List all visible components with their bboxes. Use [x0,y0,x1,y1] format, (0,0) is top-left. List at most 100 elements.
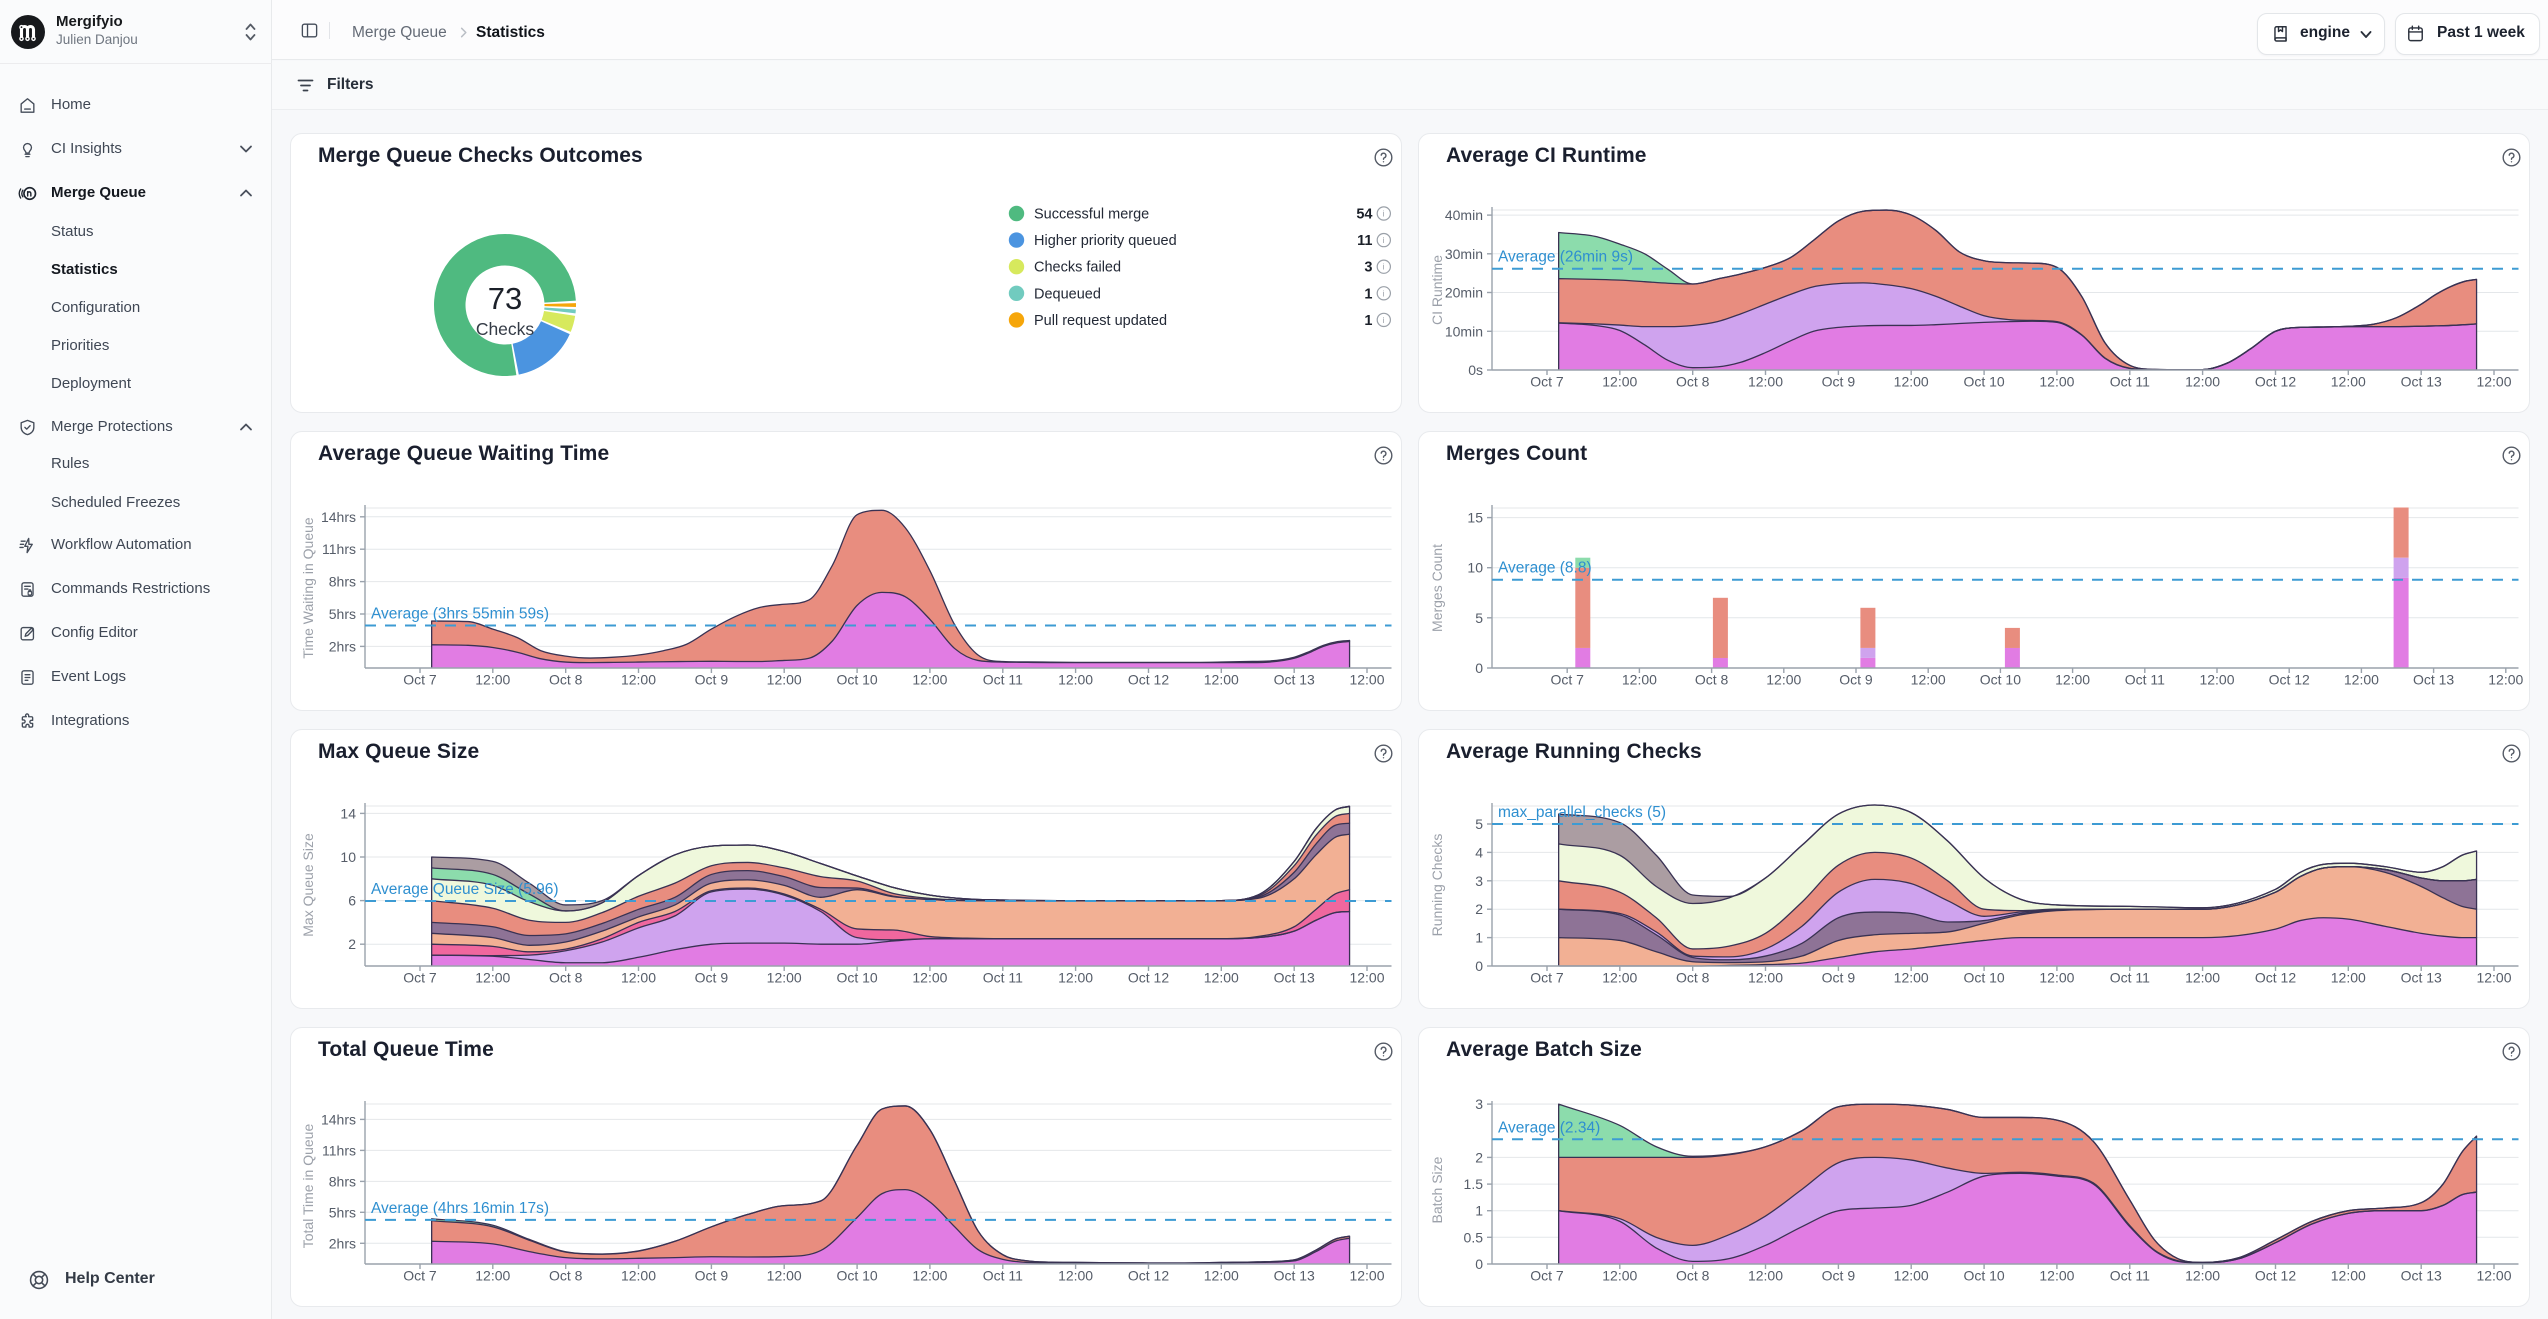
svg-text:12:00: 12:00 [1766,672,1801,688]
svg-text:Oct 8: Oct 8 [549,672,583,688]
svg-text:12:00: 12:00 [1602,1268,1637,1284]
svg-text:10: 10 [340,849,356,865]
svg-text:12:00: 12:00 [1748,970,1783,986]
svg-text:Oct 11: Oct 11 [2125,672,2165,688]
svg-text:Oct 13: Oct 13 [2401,970,2442,986]
svg-text:12:00: 12:00 [2488,672,2523,688]
svg-text:14hrs: 14hrs [321,1111,356,1127]
svg-text:Max Queue Size: Max Queue Size [303,833,316,937]
svg-text:73: 73 [488,281,522,316]
svg-text:Oct 12: Oct 12 [2255,970,2296,986]
svg-text:4: 4 [1475,844,1483,860]
svg-text:12:00: 12:00 [2185,374,2220,390]
svg-text:Oct 7: Oct 7 [1550,672,1584,688]
svg-text:5hrs: 5hrs [329,1204,356,1220]
svg-text:Oct 12: Oct 12 [2269,672,2310,688]
svg-text:2hrs: 2hrs [329,638,356,654]
svg-text:Oct 7: Oct 7 [1530,1268,1564,1284]
svg-text:15: 15 [1467,510,1483,526]
svg-text:Oct 12: Oct 12 [1128,1268,1169,1284]
svg-text:Oct 7: Oct 7 [1530,374,1564,390]
svg-text:14: 14 [340,805,356,821]
svg-text:12:00: 12:00 [2476,1268,2511,1284]
svg-text:12:00: 12:00 [2039,970,2074,986]
svg-text:Oct 8: Oct 8 [1676,374,1710,390]
svg-text:Pull request updated: Pull request updated [1034,313,1167,329]
svg-text:12:00: 12:00 [1058,672,1093,688]
svg-text:Oct 13: Oct 13 [2401,1268,2442,1284]
svg-text:12:00: 12:00 [1622,672,1657,688]
svg-text:12:00: 12:00 [1602,970,1637,986]
svg-text:Oct 10: Oct 10 [1980,672,2021,688]
svg-text:12:00: 12:00 [2331,374,2366,390]
svg-text:Average (2.34): Average (2.34) [1498,1119,1600,1136]
svg-text:0: 0 [1475,958,1483,974]
svg-text:12:00: 12:00 [2185,970,2220,986]
svg-text:12:00: 12:00 [1911,672,1946,688]
svg-text:12:00: 12:00 [1894,1268,1929,1284]
svg-text:12:00: 12:00 [1349,672,1384,688]
svg-text:Oct 13: Oct 13 [1274,672,1315,688]
svg-text:Oct 13: Oct 13 [2401,374,2442,390]
svg-text:12:00: 12:00 [1204,970,1239,986]
svg-text:Dequeued: Dequeued [1034,286,1101,302]
svg-text:11hrs: 11hrs [322,1142,356,1158]
svg-text:12:00: 12:00 [2055,672,2090,688]
svg-text:Oct 8: Oct 8 [549,970,583,986]
svg-text:0: 0 [1475,660,1483,676]
svg-text:i: i [1383,315,1385,325]
svg-text:Oct 7: Oct 7 [1530,970,1564,986]
svg-text:12:00: 12:00 [1894,374,1929,390]
svg-text:12:00: 12:00 [1748,1268,1783,1284]
svg-text:Oct 10: Oct 10 [1963,970,2004,986]
svg-text:Oct 11: Oct 11 [2110,970,2150,986]
svg-text:3: 3 [1475,873,1483,889]
svg-text:Higher priority queued: Higher priority queued [1034,233,1177,249]
svg-text:12:00: 12:00 [621,1268,656,1284]
svg-text:Oct 13: Oct 13 [1274,1268,1315,1284]
svg-text:5: 5 [1475,816,1483,832]
svg-text:3: 3 [1364,260,1372,276]
svg-text:i: i [1383,288,1385,298]
svg-text:i: i [1383,235,1385,245]
svg-text:12:00: 12:00 [2039,374,2074,390]
svg-text:Checks: Checks [476,319,535,339]
svg-text:2: 2 [1475,901,1483,917]
svg-text:Oct 8: Oct 8 [549,1268,583,1284]
svg-text:12:00: 12:00 [1748,374,1783,390]
svg-text:Oct 9: Oct 9 [1822,374,1856,390]
svg-text:12:00: 12:00 [2331,1268,2366,1284]
svg-text:Oct 12: Oct 12 [1128,672,1169,688]
svg-text:54: 54 [1356,207,1372,223]
svg-text:2hrs: 2hrs [329,1235,356,1251]
svg-text:Successful merge: Successful merge [1034,207,1149,223]
svg-text:Oct 10: Oct 10 [836,672,877,688]
svg-text:8hrs: 8hrs [329,1173,356,1189]
svg-text:12:00: 12:00 [2344,672,2379,688]
svg-text:Oct 11: Oct 11 [983,970,1023,986]
svg-text:Oct 9: Oct 9 [695,970,729,986]
svg-text:Oct 10: Oct 10 [836,970,877,986]
svg-text:Oct 12: Oct 12 [2255,1268,2296,1284]
svg-text:12:00: 12:00 [2476,970,2511,986]
svg-text:12:00: 12:00 [2331,970,2366,986]
svg-text:12:00: 12:00 [621,970,656,986]
svg-text:Total Time in Queue: Total Time in Queue [303,1124,316,1249]
svg-text:Checks failed: Checks failed [1034,260,1121,276]
svg-text:Oct 10: Oct 10 [1963,1268,2004,1284]
svg-text:12:00: 12:00 [1058,970,1093,986]
svg-text:12:00: 12:00 [912,672,947,688]
svg-text:Oct 9: Oct 9 [1822,1268,1856,1284]
svg-text:0.5: 0.5 [1464,1229,1484,1245]
svg-text:Batch Size: Batch Size [1432,1156,1445,1223]
svg-text:3: 3 [1475,1096,1483,1112]
svg-text:Running Checks: Running Checks [1432,834,1445,937]
svg-text:12:00: 12:00 [2039,1268,2074,1284]
svg-text:Oct 9: Oct 9 [695,672,729,688]
svg-text:Average (3hrs 55min 59s): Average (3hrs 55min 59s) [371,606,549,623]
svg-text:12:00: 12:00 [2476,374,2511,390]
svg-text:12:00: 12:00 [912,970,947,986]
svg-text:Oct 11: Oct 11 [2110,1268,2150,1284]
svg-text:12:00: 12:00 [767,1268,802,1284]
svg-text:Merges Count: Merges Count [1432,544,1445,632]
